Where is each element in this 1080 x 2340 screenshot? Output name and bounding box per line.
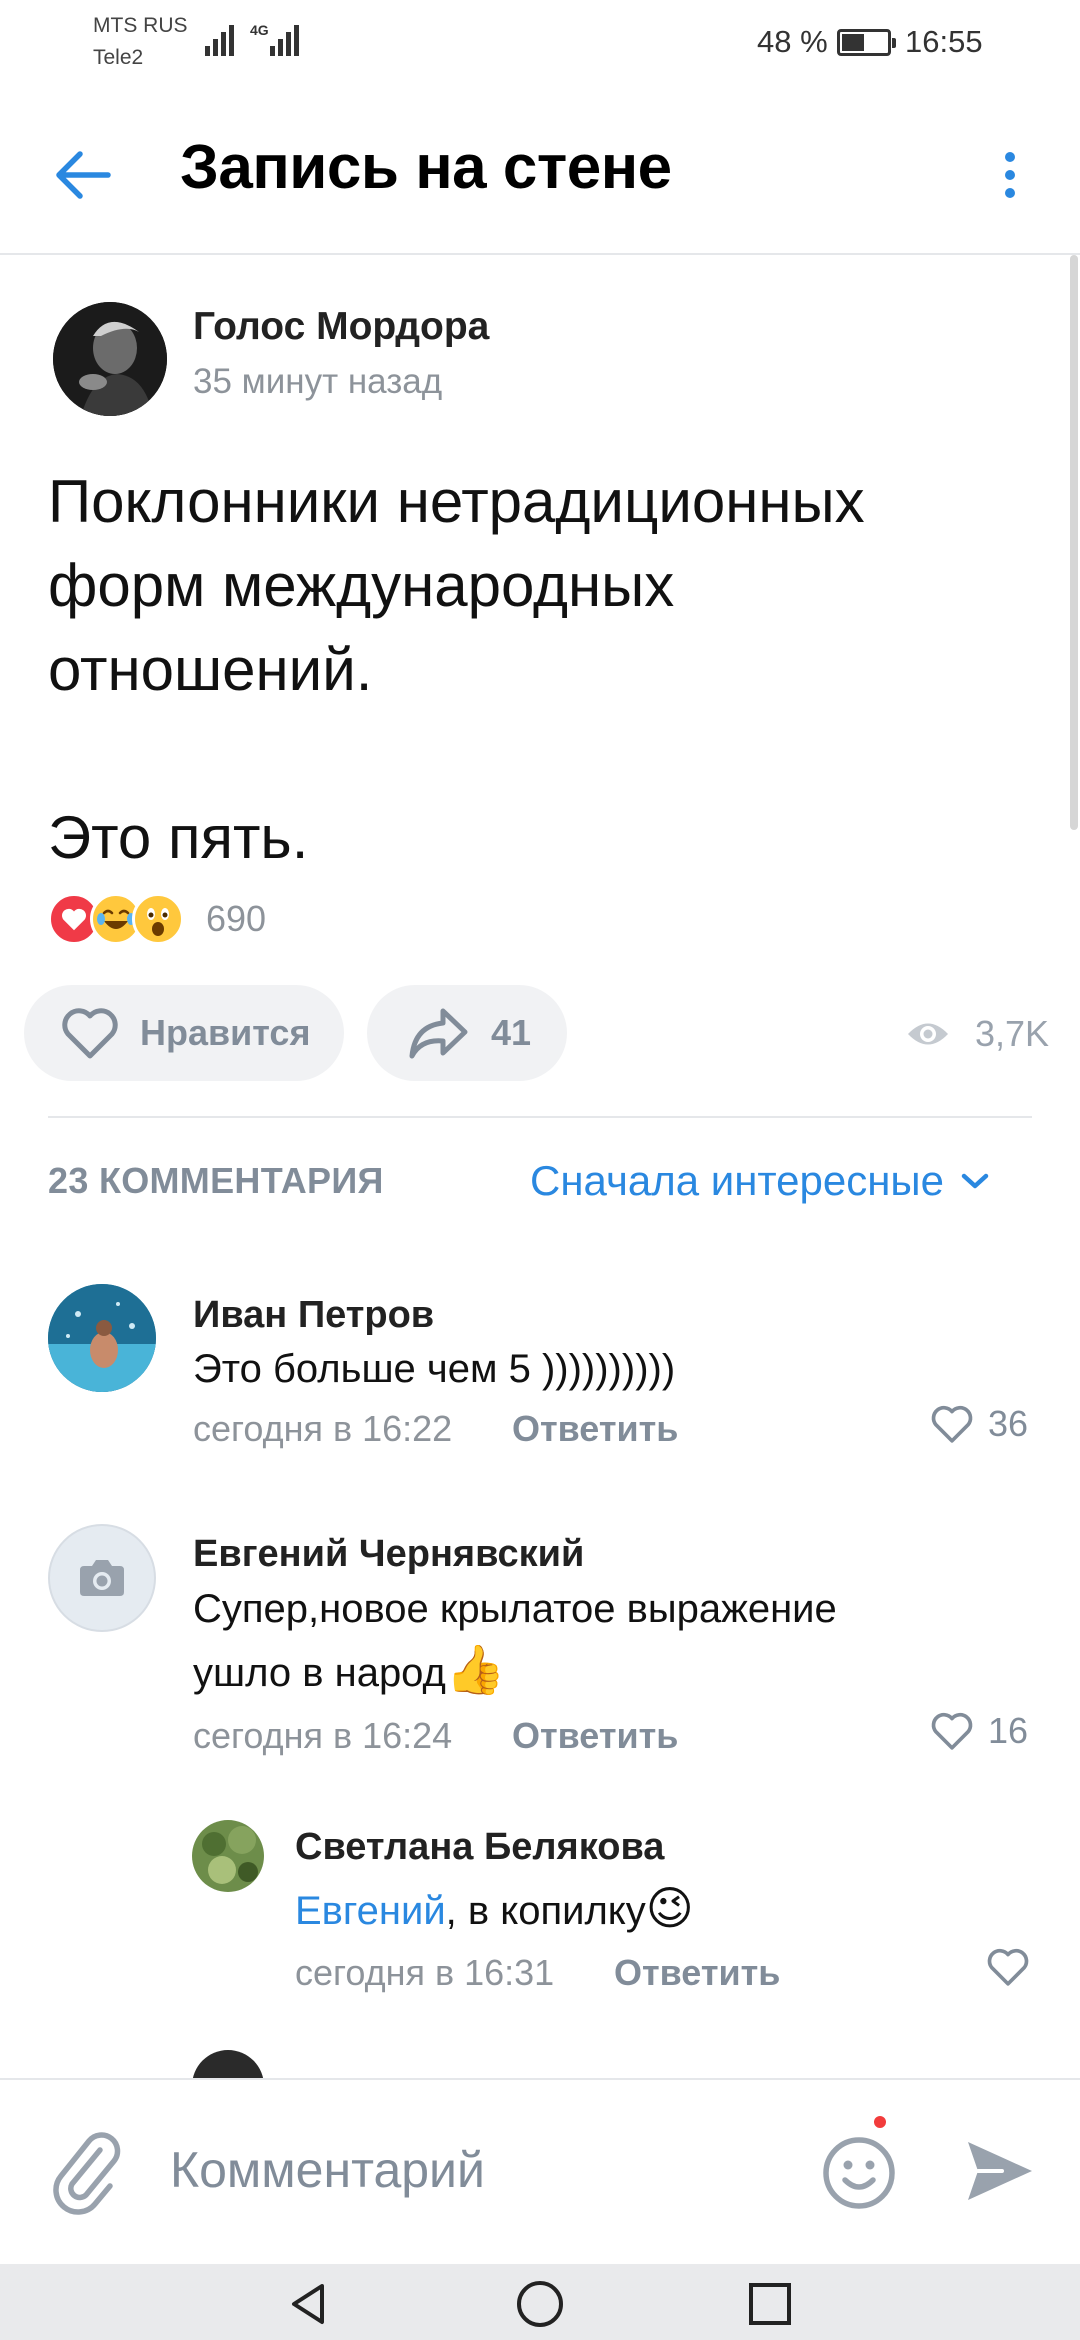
comment-text: Это больше чем 5 )))))))))) [193,1347,676,1391]
like-button[interactable]: Нравится [24,985,344,1081]
comment-input-bar [0,2078,1080,2264]
emoji-button[interactable] [818,2132,900,2214]
smile-icon [823,2137,895,2209]
status-time: 16:55 [905,24,983,59]
nav-home-icon [517,2281,563,2327]
share-button[interactable]: 41 [367,985,567,1081]
reply-button[interactable]: Ответить [614,1952,780,1994]
heart-icon [931,1405,973,1443]
views-count: 3,7K [975,1013,1050,1054]
comment-time: сегодня в 16:31 [295,1952,555,1993]
surprised-reaction-icon [132,893,184,945]
comment-text-line-1: Супер,новое крылатое выражение [193,1587,837,1631]
status-bar: MTS RUS Tele2 4G 48 % 16:55 [0,0,1080,90]
battery-icon [837,29,896,56]
avatar[interactable] [48,1524,156,1632]
thumbs-up-emoji: 👍 [445,1644,506,1697]
scrollbar[interactable] [1070,255,1078,830]
more-vertical-icon [1005,152,1015,162]
post-text: Поклонники нетрадиционных форм междунаро… [48,468,865,871]
battery-percent: 48 % [757,24,828,59]
reactions-count: 690 [206,898,267,939]
attach-button[interactable] [46,2120,126,2216]
comment-author[interactable]: Светлана Белякова [295,1826,664,1869]
post-author-avatar[interactable] [53,302,167,416]
heart-icon [931,1712,973,1750]
signal-strength-icon [205,22,234,56]
more-options-button[interactable] [990,140,1030,210]
nav-recents-icon [749,2283,791,2325]
network-type: 4G [250,22,269,38]
comment-like-button[interactable]: 16 [930,1710,1028,1752]
reply-button[interactable]: Ответить [512,1715,678,1757]
comment-text-line-2: ушло в народ👍 [193,1644,506,1697]
share-icon [409,1008,468,1059]
heart-icon [62,1008,118,1059]
sort-comments-dropdown[interactable]: Сначала интересные [530,1157,992,1205]
camera-icon [80,1560,124,1596]
comments-count: 23 КОММЕНТАРИЯ [48,1160,384,1201]
comment-text: Евгений, в копилку😉 [295,1882,694,1934]
paperclip-icon [53,2132,121,2215]
avatar-photo [53,302,167,416]
back-button[interactable] [50,140,120,210]
nav-recents-button[interactable] [744,2278,796,2330]
arrow-left-icon [56,151,111,199]
heart-icon [987,1948,1029,1986]
comment-author[interactable]: Евгений Чернявский [193,1533,584,1576]
comment-like-button[interactable] [986,1947,1030,1987]
like-label: Нравится [140,1012,311,1053]
carrier-secondary: Tele2 [93,46,144,69]
comment-input[interactable] [170,2130,770,2210]
comment-like-button[interactable]: 36 [930,1403,1028,1445]
shares-count: 41 [491,1012,532,1053]
send-button[interactable] [962,2134,1036,2208]
reply-button[interactable]: Ответить [512,1408,678,1450]
comment-time: сегодня в 16:24 [193,1715,453,1756]
comment-author[interactable]: Иван Петров [193,1294,434,1337]
avatar[interactable] [192,1820,264,1892]
post-time: 35 минут назад [193,362,443,401]
wink-emoji: 😉 [645,1882,694,1934]
page-title: Запись на стене [180,133,672,202]
app-header: Запись на стене [0,100,1080,255]
system-nav-bar [0,2264,1080,2340]
divider [48,1116,1032,1118]
nav-back-icon [292,2284,324,2324]
reactions-summary[interactable]: 690 [48,890,266,948]
comment-likes-count: 16 [988,1710,1029,1751]
post-author-name[interactable]: Голос Мордора [193,305,489,349]
carrier-primary: MTS RUS [93,14,188,37]
eye-icon [908,1023,948,1045]
mention-link[interactable]: Евгений [295,1889,446,1933]
signal-strength-2-icon [270,22,299,56]
chevron-down-icon [961,1173,989,1189]
nav-home-button[interactable] [514,2278,566,2330]
views-counter: 3,7K [905,1010,1049,1058]
avatar[interactable] [48,1284,156,1392]
sort-label: Сначала интересные [530,1157,944,1204]
notification-dot [871,2113,889,2131]
send-icon [968,2142,1032,2200]
nav-back-button[interactable] [284,2278,336,2330]
comment-likes-count: 36 [988,1403,1029,1444]
comment-time: сегодня в 16:22 [193,1408,453,1449]
